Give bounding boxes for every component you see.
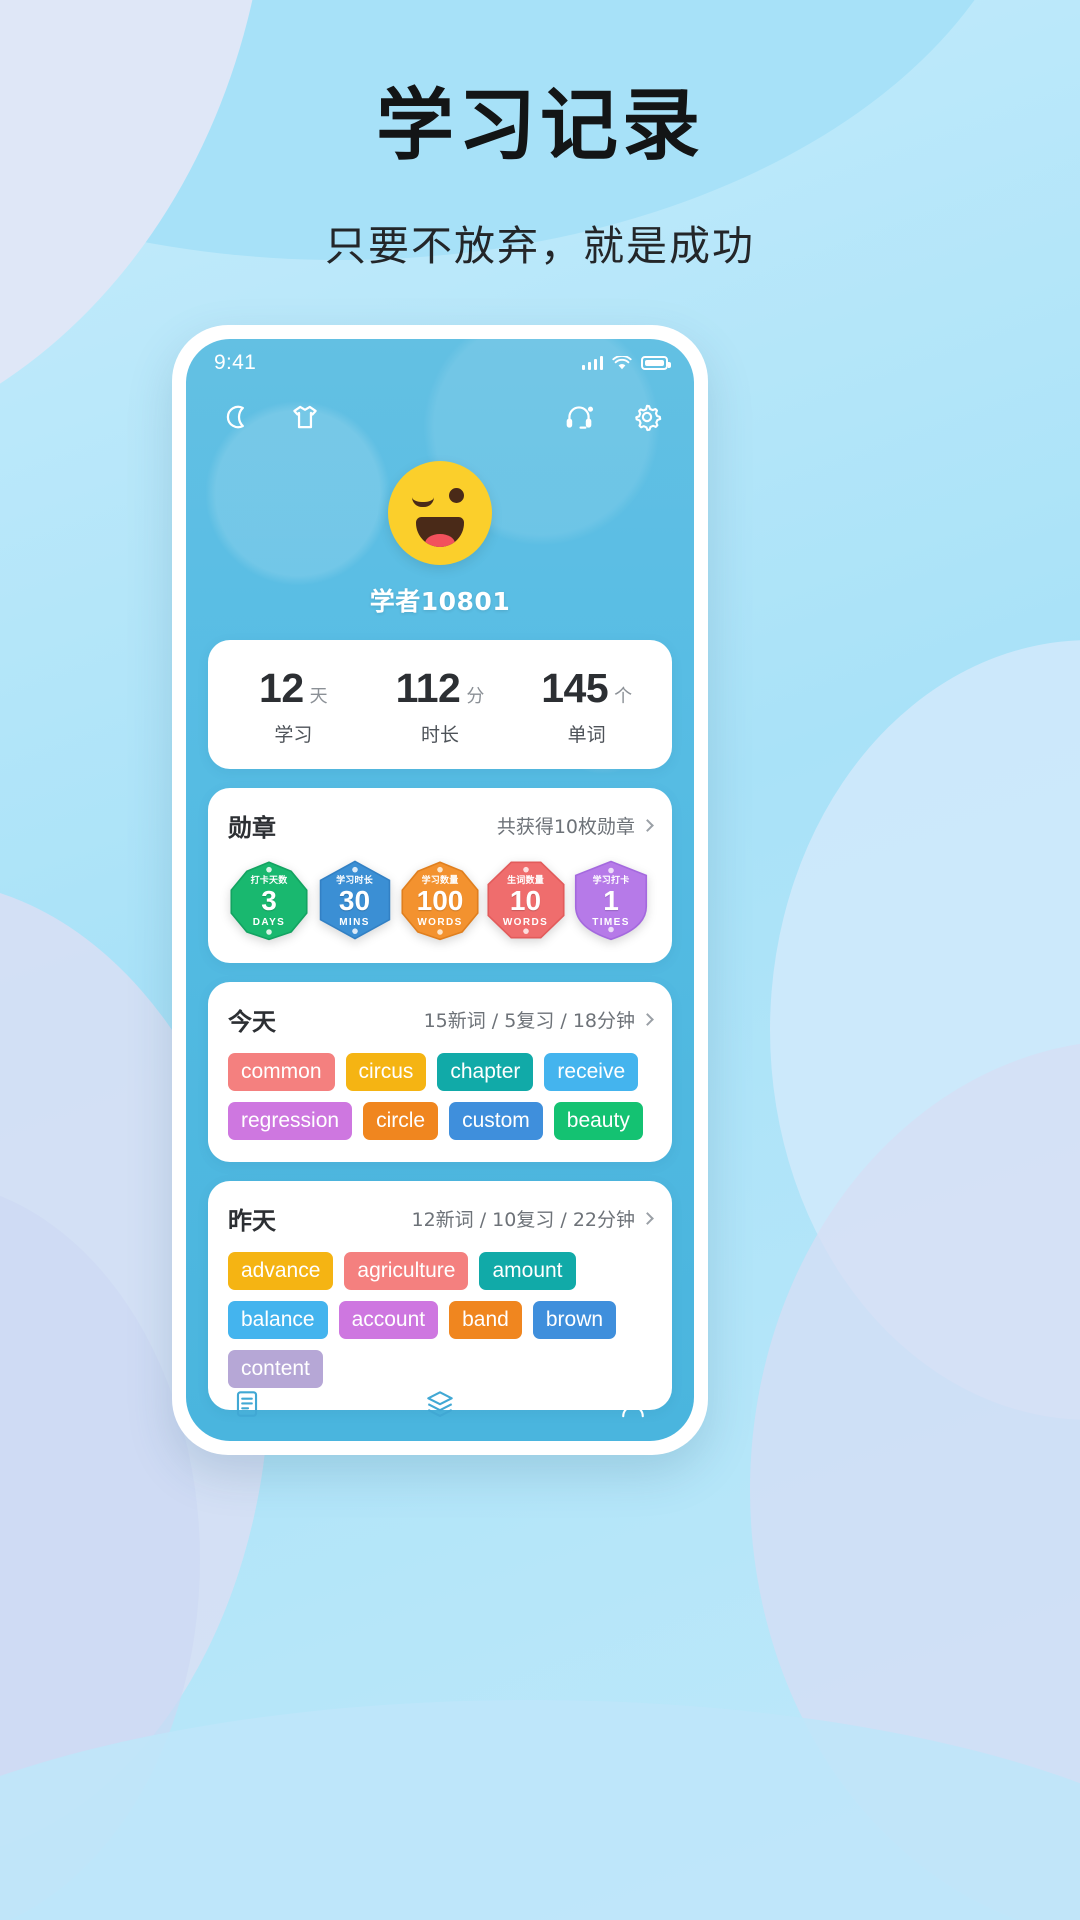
- medal-item[interactable]: 学习时长 30 MINS: [314, 859, 396, 941]
- notebook-icon: [236, 1391, 258, 1417]
- avatar-mouth: [416, 517, 464, 547]
- wifi-icon: [612, 355, 632, 369]
- medal-unit: MINS: [339, 917, 370, 928]
- medals-link[interactable]: 共获得10枚勋章: [496, 812, 654, 839]
- tshirt-icon[interactable]: [288, 400, 322, 434]
- word-chip[interactable]: advance: [228, 1252, 334, 1290]
- medals-card: 勋章 共获得10枚勋章 打卡天数 3 DAYS 学习时长 30 MINS 学习数…: [208, 788, 672, 963]
- profile-block: 学者10801: [186, 439, 694, 618]
- stat-study-days[interactable]: 12 天 学习: [220, 665, 367, 747]
- stat-words[interactable]: 145 个 单词: [513, 665, 660, 747]
- layers-icon: [427, 1391, 453, 1417]
- chevron-right-icon: [641, 819, 654, 832]
- medal-item[interactable]: 打卡天数 3 DAYS: [228, 859, 310, 941]
- today-card: 今天 15新词 / 5复习 / 18分钟 common circus chapt…: [208, 982, 672, 1162]
- medal-item[interactable]: 学习打卡 1 TIMES: [570, 859, 652, 941]
- tab-cards[interactable]: [370, 1387, 510, 1421]
- yesterday-meta-text: 12新词 / 10复习 / 22分钟: [411, 1209, 636, 1231]
- word-chip[interactable]: circle: [363, 1102, 439, 1140]
- word-chip[interactable]: amount: [479, 1252, 576, 1290]
- stats-card: 12 天 学习 112 分 时长 145 个 单词: [208, 640, 672, 769]
- stat-value: 145: [541, 665, 609, 711]
- medal-item[interactable]: 生词数量 10 WORDS: [485, 859, 567, 941]
- medals-meta-text: 共获得10枚勋章: [496, 816, 635, 838]
- stat-label: 单词: [567, 724, 606, 746]
- medal-item[interactable]: 学习数量 100 WORDS: [399, 859, 481, 941]
- chevron-right-icon: [641, 1212, 654, 1225]
- word-chip[interactable]: common: [228, 1053, 335, 1091]
- status-bar: 9:41: [186, 339, 694, 381]
- content-cards: 12 天 学习 112 分 时长 145 个 单词 勋章 共获得10枚勋章 打卡…: [186, 618, 694, 1410]
- medal-unit: WORDS: [417, 917, 463, 928]
- avatar-eye-open: [449, 488, 464, 503]
- tab-notes[interactable]: [230, 1387, 370, 1421]
- stat-label: 时长: [421, 724, 460, 746]
- moon-icon[interactable]: [220, 400, 254, 434]
- status-time: 9:41: [214, 351, 257, 374]
- word-chip[interactable]: balance: [228, 1301, 328, 1339]
- medal-value: 30: [338, 885, 371, 916]
- avatar-eye-wink: [412, 497, 434, 507]
- stat-value: 12: [259, 665, 304, 711]
- today-word-list: common circus chapter receive regression…: [208, 1037, 672, 1162]
- signal-bars-icon: [581, 356, 603, 370]
- phone-mockup: 9:41 学者10801 12 天 学习 112 分 时长 145 个 单词 勋…: [172, 325, 708, 1455]
- medal-value: 100: [416, 885, 464, 916]
- page-subtitle: 只要不放弃，就是成功: [325, 221, 755, 270]
- username: 学者10801: [369, 587, 511, 616]
- medal-value: 3: [261, 885, 277, 916]
- word-chip[interactable]: beauty: [553, 1102, 643, 1140]
- tab-profile[interactable]: [510, 1387, 650, 1421]
- stat-unit: 天: [309, 686, 328, 707]
- winking-face-avatar[interactable]: [388, 461, 492, 565]
- word-chip[interactable]: band: [449, 1301, 522, 1339]
- medal-unit: TIMES: [592, 917, 630, 928]
- medal-value: 1: [603, 885, 619, 916]
- yesterday-link[interactable]: 12新词 / 10复习 / 22分钟: [411, 1205, 654, 1232]
- gear-icon[interactable]: [630, 400, 664, 434]
- word-chip[interactable]: custom: [449, 1102, 543, 1140]
- word-chip[interactable]: chapter: [437, 1053, 534, 1091]
- page-title: 学习记录: [375, 81, 704, 171]
- word-chip[interactable]: circus: [345, 1053, 427, 1091]
- stat-duration[interactable]: 112 分 时长: [367, 665, 514, 747]
- medal-value: 10: [509, 885, 542, 916]
- chevron-right-icon: [641, 1013, 654, 1026]
- word-chip[interactable]: regression: [228, 1102, 353, 1140]
- today-title: 今天: [228, 1008, 276, 1036]
- stat-unit: 个: [614, 686, 633, 707]
- today-meta-text: 15新词 / 5复习 / 18分钟: [423, 1010, 635, 1032]
- bottom-tab-bar: [186, 1367, 694, 1441]
- today-link[interactable]: 15新词 / 5复习 / 18分钟: [423, 1006, 654, 1033]
- headset-icon[interactable]: [562, 400, 596, 434]
- yesterday-title: 昨天: [228, 1207, 276, 1235]
- app-screen: 9:41 学者10801 12 天 学习 112 分 时长 145 个 单词 勋…: [186, 339, 694, 1441]
- medals-list: 打卡天数 3 DAYS 学习时长 30 MINS 学习数量 100 WORDS …: [208, 843, 672, 963]
- stat-unit: 分: [466, 686, 485, 707]
- promo-heading: 学习记录 只要不放弃，就是成功: [0, 81, 1080, 272]
- medal-unit: WORDS: [502, 917, 549, 928]
- medal-unit: DAYS: [252, 917, 286, 928]
- battery-full-icon: [641, 356, 671, 370]
- word-chip[interactable]: agriculture: [344, 1252, 469, 1290]
- stat-label: 学习: [274, 724, 313, 746]
- person-icon: [622, 1392, 644, 1418]
- stat-value: 112: [395, 665, 461, 711]
- medals-title: 勋章: [228, 814, 276, 842]
- word-chip[interactable]: account: [338, 1301, 439, 1339]
- word-chip[interactable]: receive: [544, 1053, 639, 1091]
- app-top-bar: [186, 381, 694, 439]
- word-chip[interactable]: brown: [532, 1301, 617, 1339]
